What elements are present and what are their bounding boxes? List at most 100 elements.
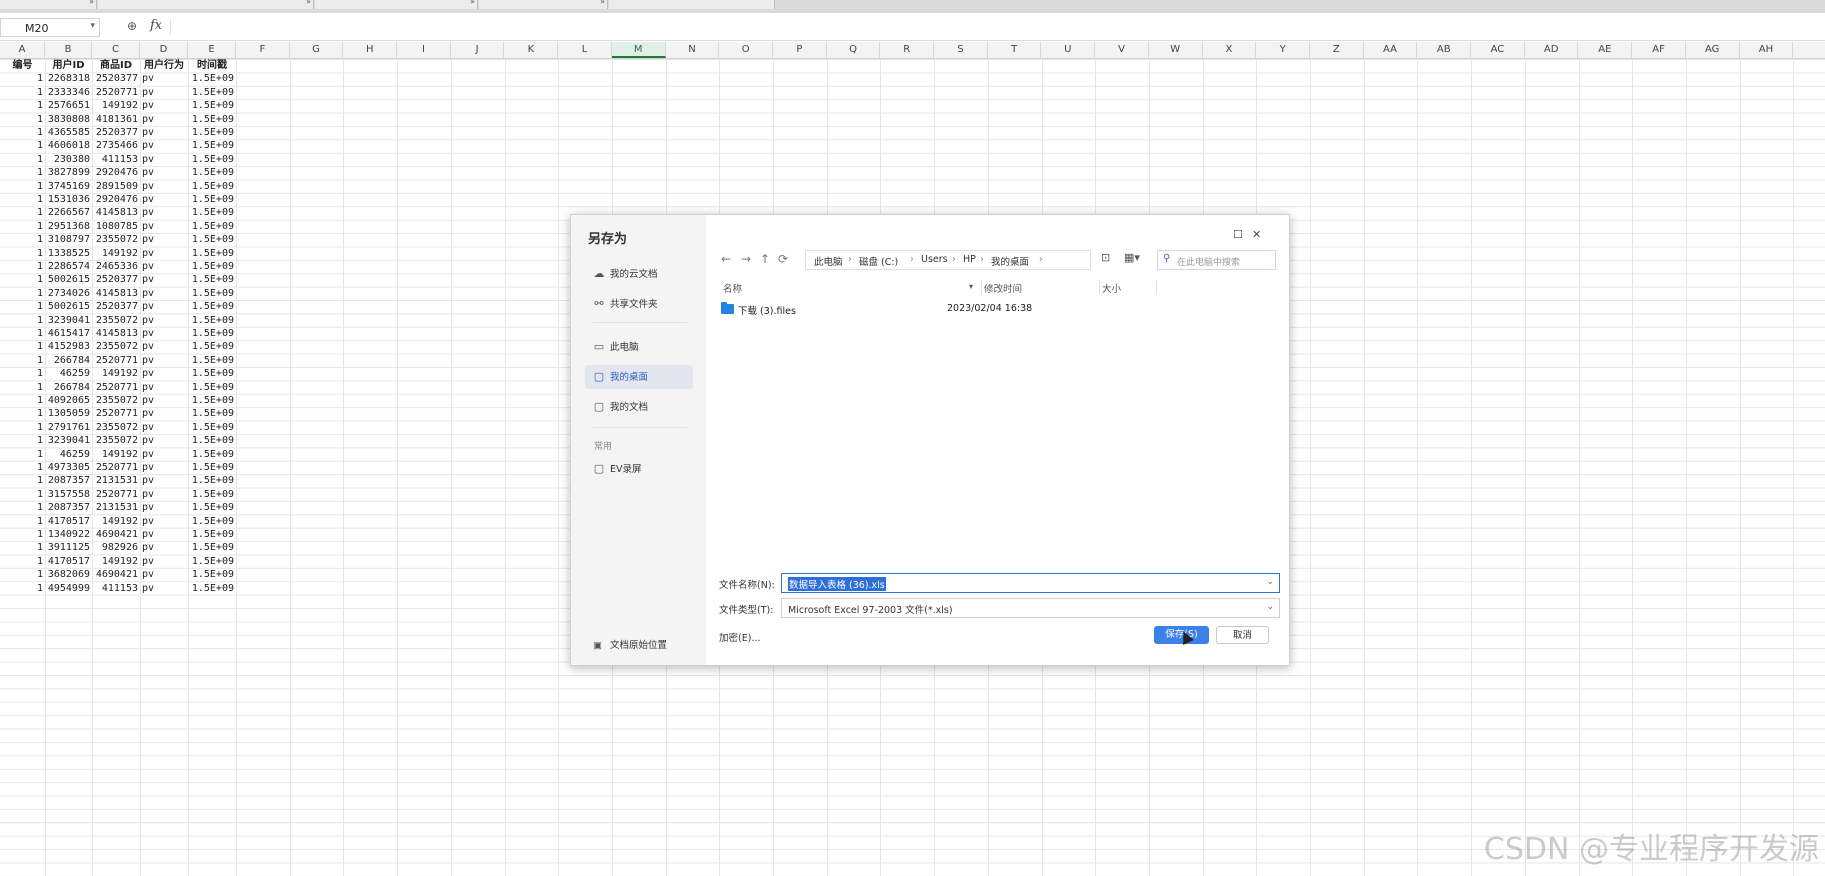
cell[interactable]: 1.5E+09 bbox=[188, 541, 234, 554]
cell[interactable]: 1.5E+09 bbox=[188, 367, 234, 380]
cell[interactable]: pv bbox=[142, 555, 154, 568]
cell[interactable]: 1.5E+09 bbox=[188, 568, 234, 581]
cell[interactable]: 1 bbox=[0, 448, 43, 461]
cell[interactable]: 3911125 bbox=[45, 541, 90, 554]
cell[interactable]: 4181361 bbox=[92, 113, 138, 126]
sidebar-item-shared-folder[interactable]: ⚯ 共享文件夹 bbox=[585, 292, 693, 316]
cell[interactable]: 230380 bbox=[45, 153, 90, 166]
cell[interactable]: 1 bbox=[0, 180, 43, 193]
cell[interactable]: 1.5E+09 bbox=[188, 421, 234, 434]
cell[interactable]: pv bbox=[142, 474, 154, 487]
column-header-ae[interactable]: AE bbox=[1579, 42, 1633, 58]
cell[interactable]: 1.5E+09 bbox=[188, 555, 234, 568]
chevron-down-icon[interactable]: ⌄ bbox=[1266, 602, 1274, 612]
cell[interactable]: 2355072 bbox=[92, 314, 138, 327]
cell[interactable]: pv bbox=[142, 287, 154, 300]
cell[interactable]: 4606018 bbox=[45, 139, 90, 152]
cell[interactable]: 149192 bbox=[92, 515, 138, 528]
cell[interactable]: 4145813 bbox=[92, 327, 138, 340]
column-header-u[interactable]: U bbox=[1042, 42, 1096, 58]
column-header-ac[interactable]: AC bbox=[1471, 42, 1525, 58]
cell[interactable]: 4365585 bbox=[45, 126, 90, 139]
cell[interactable]: 1 bbox=[0, 434, 43, 447]
cell[interactable]: 4152983 bbox=[45, 340, 90, 353]
column-header-v[interactable]: V bbox=[1095, 42, 1149, 58]
column-header-size[interactable]: 大小 bbox=[1102, 281, 1121, 295]
cell[interactable]: 411153 bbox=[92, 153, 138, 166]
cell[interactable]: 1 bbox=[0, 474, 43, 487]
cell[interactable]: 1.5E+09 bbox=[188, 139, 234, 152]
cell[interactable]: 1.5E+09 bbox=[188, 314, 234, 327]
cell[interactable]: 2355072 bbox=[92, 421, 138, 434]
view-mode-icon[interactable]: ▦▾ bbox=[1124, 251, 1140, 264]
cell[interactable]: pv bbox=[142, 568, 154, 581]
cell[interactable]: 1.5E+09 bbox=[188, 381, 234, 394]
cell[interactable]: 3682069 bbox=[45, 568, 90, 581]
cell[interactable]: 1531036 bbox=[45, 193, 90, 206]
cell[interactable]: 1.5E+09 bbox=[188, 300, 234, 313]
cell[interactable]: 1 bbox=[0, 99, 43, 112]
column-header-j[interactable]: J bbox=[451, 42, 505, 58]
cell[interactable]: pv bbox=[142, 193, 154, 206]
column-header-r[interactable]: R bbox=[880, 42, 935, 58]
cell[interactable]: pv bbox=[142, 461, 154, 474]
cell[interactable]: 4954999 bbox=[45, 582, 90, 595]
column-header-x[interactable]: X bbox=[1203, 42, 1257, 58]
cell[interactable]: pv bbox=[142, 448, 154, 461]
cell[interactable]: pv bbox=[142, 394, 154, 407]
cell[interactable]: 1 bbox=[0, 555, 43, 568]
cell[interactable]: 1.5E+09 bbox=[188, 515, 234, 528]
column-header-t[interactable]: T bbox=[988, 42, 1042, 58]
cell[interactable]: 2355072 bbox=[92, 233, 138, 246]
cell[interactable]: 1.5E+09 bbox=[188, 206, 234, 219]
cell[interactable]: 1.5E+09 bbox=[188, 72, 234, 85]
cell[interactable]: 用户行为 bbox=[140, 59, 188, 72]
cell[interactable]: 2920476 bbox=[92, 193, 138, 206]
cell[interactable]: 3827899 bbox=[45, 166, 90, 179]
cell[interactable]: 1.5E+09 bbox=[188, 247, 234, 260]
cell[interactable]: 2520377 bbox=[92, 273, 138, 286]
cell[interactable]: 2355072 bbox=[92, 394, 138, 407]
breadcrumb-item[interactable]: 我的桌面 bbox=[991, 254, 1029, 268]
column-separator[interactable] bbox=[1099, 280, 1100, 294]
cell[interactable]: 1340922 bbox=[45, 528, 90, 541]
cell[interactable]: 1.5E+09 bbox=[188, 180, 234, 193]
cell[interactable]: 1.5E+09 bbox=[188, 99, 234, 112]
cell[interactable]: 1 bbox=[0, 501, 43, 514]
toolbar-segment[interactable]: » bbox=[479, 0, 608, 9]
cell[interactable]: 1 bbox=[0, 273, 43, 286]
cell[interactable]: 1 bbox=[0, 247, 43, 260]
cell[interactable]: 46259 bbox=[45, 448, 90, 461]
cell[interactable]: pv bbox=[142, 260, 154, 273]
column-header-s[interactable]: S bbox=[934, 42, 988, 58]
cell[interactable]: 1 bbox=[0, 314, 43, 327]
column-header-name[interactable]: 名称 bbox=[723, 281, 742, 295]
cell[interactable]: pv bbox=[142, 434, 154, 447]
cell[interactable]: 4690421 bbox=[92, 528, 138, 541]
cell[interactable]: 1.5E+09 bbox=[188, 273, 234, 286]
toolbar-segment[interactable]: » bbox=[0, 0, 97, 9]
column-header-f[interactable]: F bbox=[236, 42, 290, 58]
cell[interactable]: 3745169 bbox=[45, 180, 90, 193]
cell[interactable]: 1.5E+09 bbox=[188, 220, 234, 233]
cell[interactable]: 1 bbox=[0, 206, 43, 219]
cell[interactable]: 1 bbox=[0, 421, 43, 434]
cell[interactable]: 4092065 bbox=[45, 394, 90, 407]
cell[interactable]: 3239041 bbox=[45, 314, 90, 327]
cell[interactable]: 2735466 bbox=[92, 139, 138, 152]
column-header-n[interactable]: N bbox=[666, 42, 720, 58]
cell[interactable]: 149192 bbox=[92, 367, 138, 380]
cell[interactable]: pv bbox=[142, 247, 154, 260]
cell[interactable]: pv bbox=[142, 541, 154, 554]
cell[interactable]: 149192 bbox=[92, 555, 138, 568]
cell[interactable]: 1.5E+09 bbox=[188, 260, 234, 273]
cell[interactable]: pv bbox=[142, 528, 154, 541]
cell[interactable]: pv bbox=[142, 381, 154, 394]
cell[interactable]: 1 bbox=[0, 233, 43, 246]
cell[interactable]: 1.5E+09 bbox=[188, 461, 234, 474]
column-header-ah[interactable]: AH bbox=[1740, 42, 1794, 58]
name-box[interactable]: M20 ▾ bbox=[0, 18, 100, 37]
cell[interactable]: 1 bbox=[0, 220, 43, 233]
cell[interactable]: 1 bbox=[0, 126, 43, 139]
cell[interactable]: 1.5E+09 bbox=[188, 448, 234, 461]
